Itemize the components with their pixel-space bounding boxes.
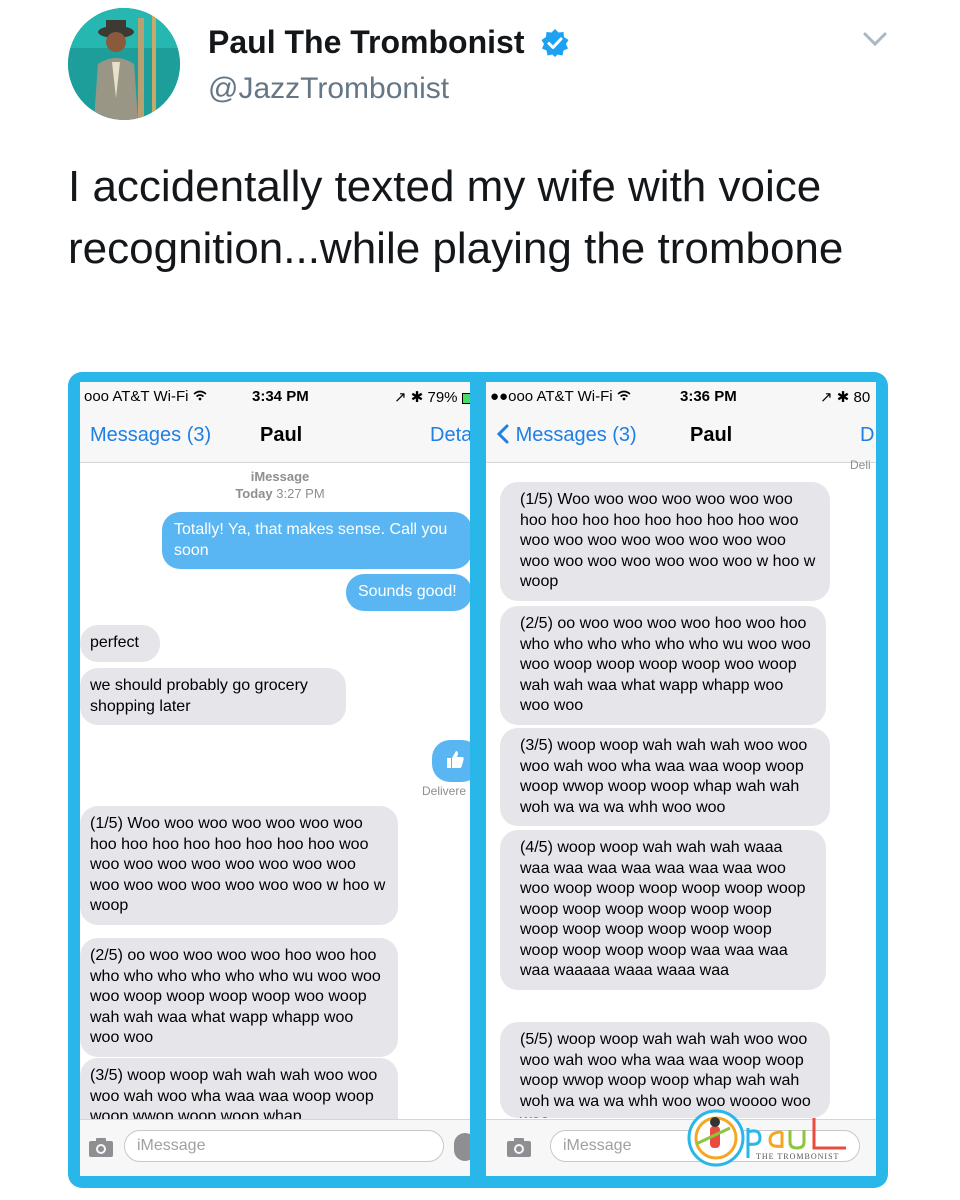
- status-time: 3:34 PM: [252, 388, 309, 405]
- message-input-bar: iMessage: [80, 1119, 470, 1176]
- bluetooth-icon: ✱: [836, 389, 850, 406]
- conversation-timestamp: iMessage Today 3:27 PM: [235, 469, 325, 501]
- battery-indicator: ↗ ✱ 79%: [394, 388, 470, 406]
- tweet-text: I accidentally texted my wife with voice…: [68, 162, 844, 273]
- bluetooth-icon: ✱: [410, 389, 424, 406]
- status-bar: ooo AT&T Wi-Fi 3:34 PM ↗ ✱ 79%: [80, 382, 470, 410]
- left-phone-screenshot: ooo AT&T Wi-Fi 3:34 PM ↗ ✱ 79% Messages …: [80, 382, 470, 1176]
- wifi-icon: [617, 388, 631, 405]
- watermark-tagline: THE TROMBONIST: [756, 1152, 840, 1161]
- author-avatar[interactable]: [68, 8, 180, 120]
- thumbs-up-message[interactable]: [432, 740, 470, 782]
- camera-icon[interactable]: [88, 1136, 114, 1158]
- author-handle[interactable]: @JazzTrombonist: [208, 72, 449, 106]
- details-button[interactable]: Deta: [430, 424, 470, 447]
- carrier-label: ooo AT&T Wi-Fi: [84, 388, 207, 405]
- back-to-messages-button[interactable]: Messages (3): [496, 424, 637, 447]
- verified-badge-icon: [540, 28, 570, 58]
- details-button[interactable]: D: [860, 424, 874, 447]
- message-bubble-incoming[interactable]: perfect: [80, 625, 160, 662]
- location-icon: ↗: [394, 389, 407, 406]
- imessage-input[interactable]: iMessage: [124, 1130, 444, 1162]
- camera-icon[interactable]: [506, 1136, 532, 1158]
- battery-indicator: ↗ ✱ 80: [820, 389, 871, 406]
- conversation-title: Paul: [690, 424, 733, 446]
- chevron-left-icon: [496, 424, 516, 446]
- message-bubble-incoming[interactable]: (2/5) oo woo woo woo woo hoo woo hoo who…: [500, 606, 826, 725]
- wifi-icon: [193, 388, 207, 405]
- back-to-messages-button[interactable]: Messages (3): [90, 424, 211, 447]
- nav-bar: Messages (3) Paul Deta: [80, 410, 470, 463]
- delivered-label: Deli: [850, 458, 871, 472]
- status-time: 3:36 PM: [680, 388, 737, 405]
- message-bubble-incoming[interactable]: (3/5) woop woop wah wah wah woo woo woo …: [500, 728, 830, 826]
- message-bubble-outgoing[interactable]: Totally! Ya, that makes sense. Call you …: [162, 512, 470, 569]
- status-bar: ●●ooo AT&T Wi-Fi 3:36 PM ↗ ✱ 80: [486, 382, 876, 410]
- author-name[interactable]: Paul The Trombonist: [208, 24, 524, 61]
- microphone-icon[interactable]: [454, 1133, 470, 1161]
- message-bubble-incoming[interactable]: (5/5) woop woop wah wah wah woo woo woo …: [500, 1022, 830, 1118]
- nav-bar: Messages (3) Paul D: [486, 410, 876, 463]
- message-bubble-incoming[interactable]: we should probably go grocery shopping l…: [80, 668, 346, 725]
- thumbs-up-icon: [444, 751, 466, 774]
- message-bubble-outgoing[interactable]: Sounds good!: [346, 574, 470, 611]
- chevron-down-icon[interactable]: [862, 30, 888, 48]
- battery-icon: [461, 392, 470, 404]
- right-phone-screenshot: ●●ooo AT&T Wi-Fi 3:36 PM ↗ ✱ 80 Messages…: [486, 382, 876, 1176]
- delivered-label: Delivere: [422, 784, 467, 798]
- message-bubble-incoming[interactable]: (1/5) Woo woo woo woo woo woo woo hoo ho…: [80, 806, 398, 925]
- message-bubble-incoming[interactable]: (2/5) oo woo woo woo woo hoo woo hoo who…: [80, 938, 398, 1057]
- conversation-title: Paul: [260, 424, 303, 446]
- location-icon: ↗: [820, 389, 833, 406]
- paul-the-trombonist-logo: paul THE TROMBONIST: [686, 1108, 860, 1168]
- carrier-label: ●●ooo AT&T Wi-Fi: [490, 388, 631, 405]
- message-bubble-incoming[interactable]: (1/5) Woo woo woo woo woo woo woo hoo ho…: [500, 482, 830, 601]
- message-bubble-incoming[interactable]: (4/5) woop woop wah wah wah waaa waa waa…: [500, 830, 826, 990]
